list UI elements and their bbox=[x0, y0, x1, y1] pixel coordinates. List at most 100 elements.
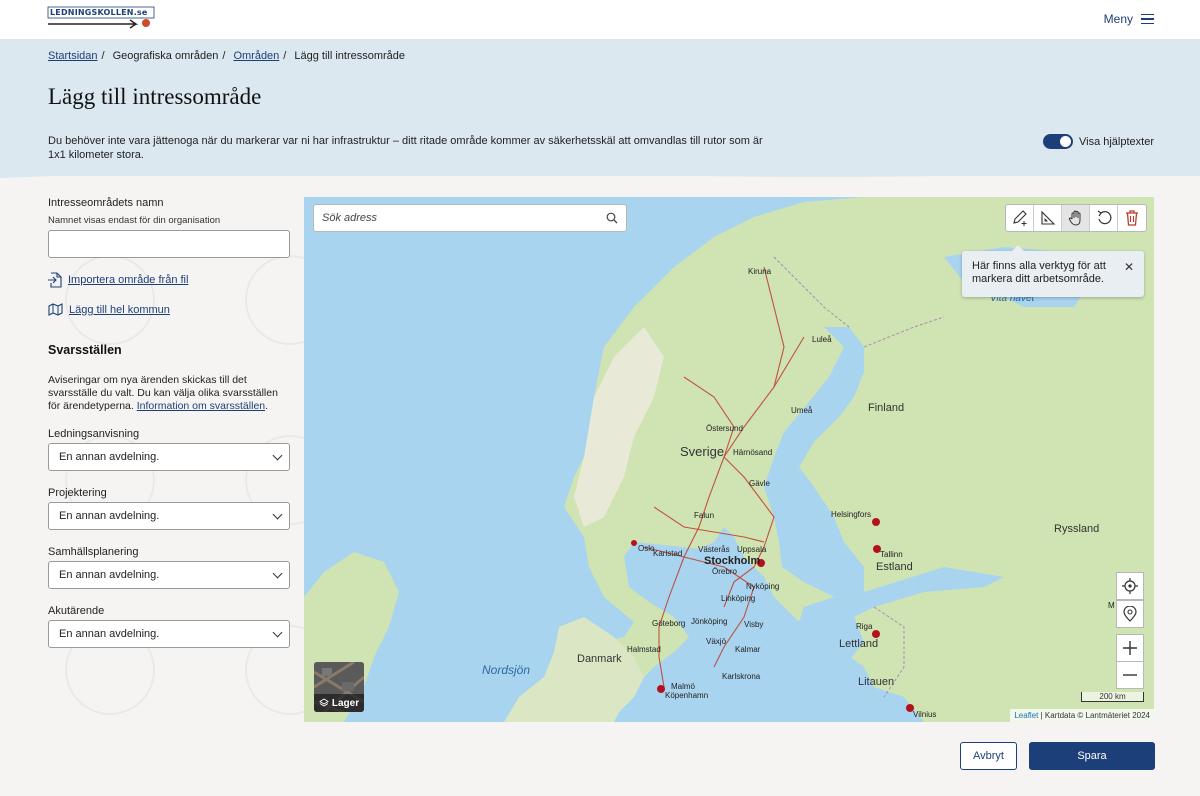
menu-label: Meny bbox=[1103, 12, 1133, 26]
select-value: En annan avdelning. bbox=[59, 451, 160, 463]
city-label-visby: Visby bbox=[744, 620, 764, 629]
leaflet-link[interactable]: Leaflet bbox=[1014, 711, 1038, 720]
city-label-orebro: Örebro bbox=[712, 567, 737, 576]
place-marker-button[interactable] bbox=[1116, 600, 1144, 628]
svarsstallen-heading: Svarsställen bbox=[48, 343, 122, 357]
zoom-out-button[interactable] bbox=[1116, 661, 1144, 689]
chevron-down-icon bbox=[272, 450, 283, 460]
zoom-in-button[interactable] bbox=[1116, 634, 1144, 662]
select-ledningsanvisning[interactable]: En annan avdelning. bbox=[48, 443, 290, 471]
area-name-input[interactable] bbox=[48, 230, 290, 258]
select-akutarende[interactable]: En annan avdelning. bbox=[48, 620, 290, 648]
city-label-kalmar: Kalmar bbox=[735, 645, 761, 654]
import-file-label[interactable]: Importera område från fil bbox=[68, 274, 188, 286]
city-label-nykoping: Nyköping bbox=[746, 582, 780, 591]
undo-button[interactable] bbox=[1090, 205, 1118, 231]
page-title: Lägg till intressområde bbox=[48, 84, 262, 109]
breadcrumb-separator: / bbox=[101, 50, 105, 62]
country-label-danmark: Danmark bbox=[577, 653, 622, 665]
breadcrumb-current: Lägg till intressområde bbox=[294, 50, 406, 62]
city-label-karlstad: Karlstad bbox=[653, 549, 683, 558]
city-label-halmstad: Halmstad bbox=[627, 645, 661, 654]
city-label-umea: Umeå bbox=[791, 406, 813, 415]
logo-text: LEDNINGSKOLLEN.se bbox=[50, 8, 148, 17]
city-label-uppsala: Uppsala bbox=[737, 545, 767, 554]
layers-icon bbox=[319, 698, 329, 707]
breadcrumb-geografiska: Geografiska områden bbox=[112, 50, 219, 62]
svarsstallen-info-link[interactable]: Information om svarsställen bbox=[137, 400, 265, 412]
cancel-button[interactable]: Avbryt bbox=[960, 742, 1017, 770]
city-label-lulea: Luleå bbox=[812, 335, 832, 344]
breadcrumb-separator: / bbox=[283, 50, 287, 62]
country-label-finland: Finland bbox=[868, 402, 905, 414]
measure-button[interactable] bbox=[1034, 205, 1062, 231]
country-label-lettland: Lettland bbox=[839, 638, 879, 650]
import-file-link[interactable]: Importera område från fil bbox=[48, 272, 188, 288]
address-search-input[interactable]: Sök adress bbox=[313, 204, 627, 232]
attribution-text: | Kartdata © Lantmäteriet 2024 bbox=[1040, 711, 1150, 720]
crosshair-icon bbox=[1122, 578, 1138, 594]
city-label-kopenhamn: Köpenhamn bbox=[665, 691, 709, 700]
hand-icon bbox=[1068, 210, 1080, 226]
breadcrumb: Startsidan / Geografiska områden / Områden… bbox=[48, 50, 405, 62]
search-placeholder: Sök adress bbox=[322, 212, 378, 224]
select-label-akutarende: Akutärende bbox=[48, 605, 105, 617]
breadcrumb-startsidan[interactable]: Startsidan bbox=[48, 50, 98, 62]
chevron-down-icon bbox=[272, 568, 283, 578]
add-municipality-link[interactable]: Lägg till hel kommun bbox=[48, 303, 170, 316]
undo-icon bbox=[1097, 210, 1111, 225]
select-projektering[interactable]: En annan avdelning. bbox=[48, 502, 290, 530]
chevron-down-icon bbox=[272, 627, 283, 637]
city-label-m: M bbox=[1108, 601, 1115, 610]
pan-button[interactable] bbox=[1062, 205, 1090, 231]
sea-label-nordsjon: Nordsjön bbox=[482, 663, 531, 677]
select-label-ledningsanvisning: Ledningsanvisning bbox=[48, 428, 140, 440]
country-label-sverige: Sverige bbox=[680, 444, 725, 459]
city-label-stockholm: Stockholm bbox=[704, 555, 761, 567]
help-toggle[interactable]: Visa hjälptexter bbox=[1042, 134, 1154, 149]
close-icon[interactable]: ✕ bbox=[1124, 261, 1134, 274]
municipality-map-icon bbox=[48, 303, 63, 316]
city-label-riga: Riga bbox=[856, 622, 873, 631]
trash-icon bbox=[1126, 210, 1138, 226]
select-value: En annan avdelning. bbox=[59, 628, 160, 640]
map-pin-icon bbox=[1123, 606, 1137, 622]
city-label-ostersund: Östersund bbox=[706, 424, 743, 433]
menu-button[interactable]: Meny bbox=[1104, 12, 1154, 26]
save-button[interactable]: Spara bbox=[1029, 742, 1155, 770]
toolbar-help-tooltip: Här finns alla verktyg för att markera d… bbox=[962, 245, 1144, 297]
city-label-tallinn: Tallinn bbox=[880, 550, 903, 559]
select-label-projektering: Projektering bbox=[48, 487, 107, 499]
draw-polygon-button[interactable] bbox=[1006, 205, 1034, 231]
minus-icon bbox=[1123, 674, 1137, 676]
area-name-hint: Namnet visas endast för din organisation bbox=[48, 215, 221, 226]
chevron-down-icon bbox=[272, 509, 283, 519]
ledningskollen-logo[interactable]: LEDNINGSKOLLEN.se bbox=[46, 6, 158, 32]
delete-button[interactable] bbox=[1118, 205, 1146, 231]
layers-button[interactable]: Lager bbox=[314, 662, 364, 712]
city-label-goteborg: Göteborg bbox=[652, 619, 686, 628]
select-samhallsplanering[interactable]: En annan avdelning. bbox=[48, 561, 290, 589]
page-description: Du behöver inte vara jättenoga när du ma… bbox=[48, 135, 763, 161]
help-toggle-label: Visa hjälptexter bbox=[1078, 135, 1154, 148]
breadcrumb-omraden[interactable]: Områden bbox=[233, 50, 279, 62]
city-label-harnosand: Härnösand bbox=[733, 448, 773, 457]
select-value: En annan avdelning. bbox=[59, 569, 160, 581]
country-label-litauen: Litauen bbox=[858, 676, 895, 688]
plus-icon bbox=[1123, 641, 1137, 655]
pencil-plus-icon bbox=[1012, 210, 1027, 226]
hamburger-icon bbox=[1141, 14, 1154, 24]
map-canvas[interactable]: Kiruna Luleå Umeå Östersund Härnösand Gä… bbox=[304, 197, 1154, 722]
add-municipality-label[interactable]: Lägg till hel kommun bbox=[69, 304, 170, 316]
locate-me-button[interactable] bbox=[1116, 572, 1144, 600]
city-label-vaxjo: Växjö bbox=[706, 637, 727, 646]
city-label-jonkoping: Jönköping bbox=[691, 617, 728, 626]
ruler-triangle-icon bbox=[1040, 210, 1055, 225]
toggle-switch[interactable] bbox=[1042, 134, 1073, 149]
city-label-vilnius: Vilnius bbox=[913, 710, 937, 719]
select-value: En annan avdelning. bbox=[59, 510, 160, 522]
map-scale: 200 km bbox=[1081, 692, 1144, 702]
city-label-gavle: Gävle bbox=[749, 479, 770, 488]
city-label-helsingfors: Helsingfors bbox=[831, 510, 872, 519]
city-label-vasteras: Västerås bbox=[698, 545, 730, 554]
